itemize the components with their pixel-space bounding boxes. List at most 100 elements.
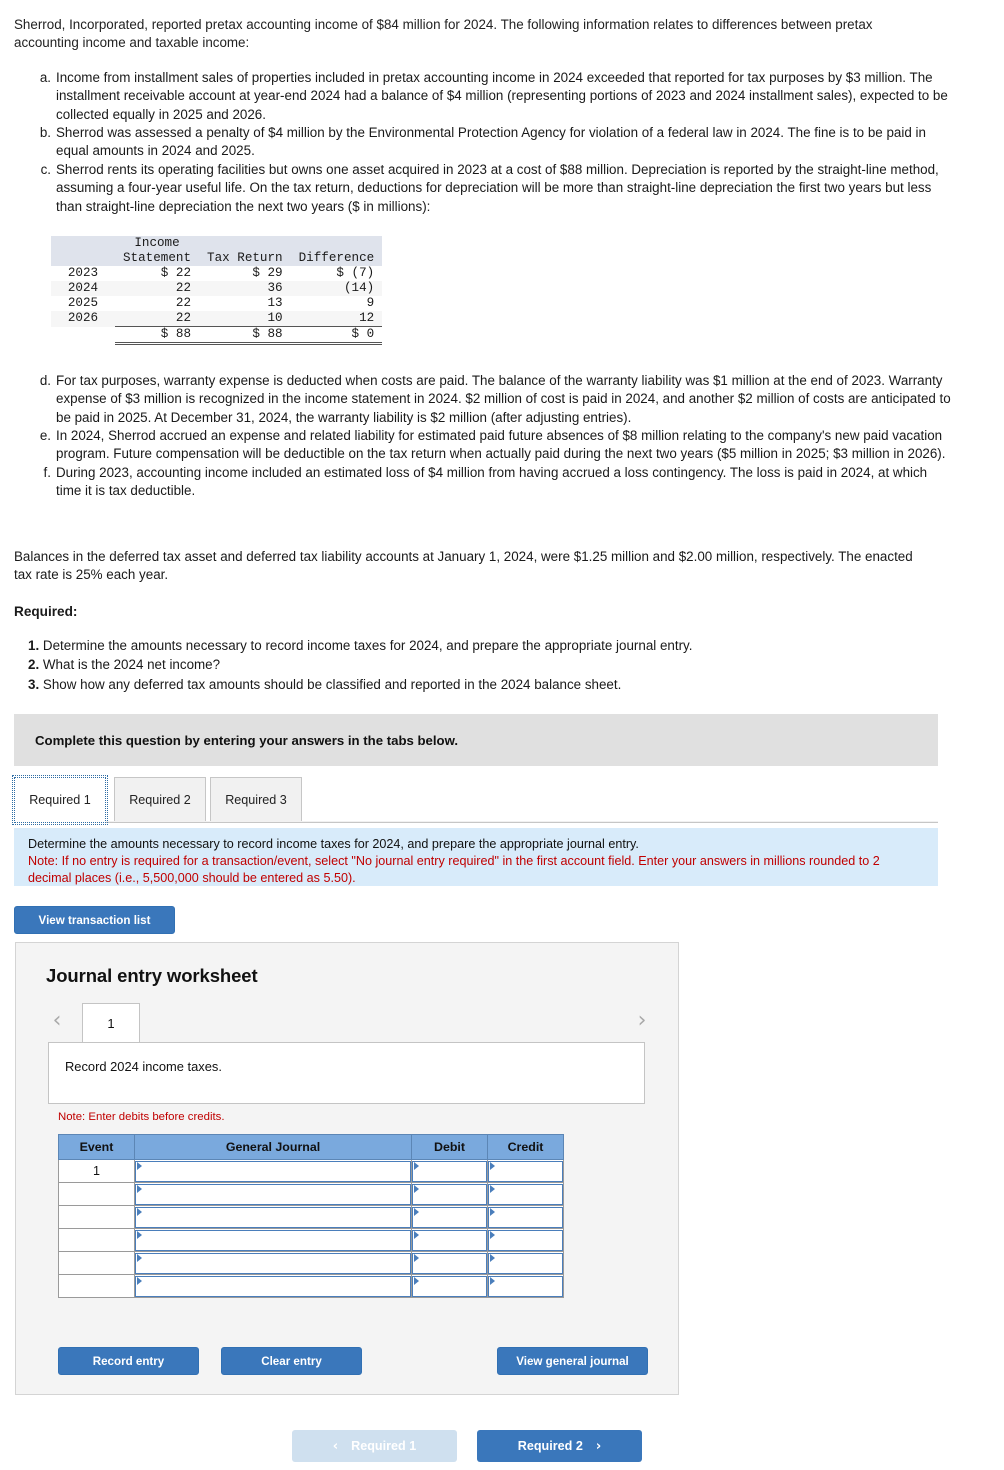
credit-input-2[interactable] xyxy=(488,1184,563,1205)
cell-total-label xyxy=(51,327,115,344)
required-heading: Required: xyxy=(14,604,78,619)
table-header-row-line1: Income xyxy=(51,236,383,251)
worksheet-pagination: ‹ 1 › xyxy=(16,1001,680,1043)
problem-intro-paragraph: Sherrod, Incorporated, reported pretax a… xyxy=(14,17,873,51)
general-journal-select-6[interactable] xyxy=(135,1276,411,1297)
table-row xyxy=(58,1228,564,1252)
cell-debit[interactable] xyxy=(411,1182,488,1206)
debit-input-5[interactable] xyxy=(412,1253,487,1274)
table-row xyxy=(58,1182,564,1206)
list-item-marker: e. xyxy=(39,428,51,444)
cell-credit[interactable] xyxy=(487,1205,564,1229)
cell-event xyxy=(58,1228,135,1252)
list-item-text: During 2023, accounting income included … xyxy=(56,464,928,499)
credit-input-5[interactable] xyxy=(488,1253,563,1274)
cell-credit[interactable] xyxy=(487,1251,564,1275)
journal-entry-worksheet-panel: Journal entry worksheet ‹ 1 › Record 202… xyxy=(15,942,679,1395)
debit-input-3[interactable] xyxy=(412,1207,487,1228)
chevron-left-icon[interactable]: ‹ xyxy=(46,1010,68,1034)
cell-debit[interactable] xyxy=(411,1228,488,1252)
required-list: 1. Determine the amounts necessary to re… xyxy=(28,636,938,694)
cell-general-journal[interactable] xyxy=(134,1182,412,1206)
col-header-event: Event xyxy=(58,1134,135,1160)
chevron-right-icon[interactable]: › xyxy=(631,1010,653,1034)
general-journal-select-4[interactable] xyxy=(135,1230,411,1251)
col-header-debit: Debit xyxy=(411,1134,488,1160)
cell-total-tax-return: $ 88 xyxy=(199,326,291,345)
cell-credit[interactable] xyxy=(487,1228,564,1252)
credit-input-3[interactable] xyxy=(488,1207,563,1228)
view-general-journal-button[interactable]: View general journal xyxy=(497,1347,648,1375)
cell-general-journal[interactable] xyxy=(134,1274,412,1298)
col-header-year-blank xyxy=(51,236,115,251)
footer-prev-required-label: Required 1 xyxy=(351,1439,417,1453)
required-item: 2. What is the 2024 net income? xyxy=(28,655,938,674)
cell-general-journal[interactable] xyxy=(134,1159,412,1183)
required-item-number: 2. xyxy=(28,657,40,673)
cell-general-journal[interactable] xyxy=(134,1205,412,1229)
worksheet-debit-credit-note: Note: Enter debits before credits. xyxy=(58,1111,225,1123)
list-item-marker: f. xyxy=(43,464,51,480)
cell-general-journal[interactable] xyxy=(134,1251,412,1275)
cell-difference: $ (7) xyxy=(336,266,375,280)
col-header-taxreturn-blank xyxy=(199,236,291,251)
worksheet-description-text: Record 2024 income taxes. xyxy=(65,1059,222,1074)
depreciation-table-foot: $ 88 $ 88 $ 0 xyxy=(51,326,383,345)
list-item-marker: a. xyxy=(39,70,51,85)
record-entry-button[interactable]: Record entry xyxy=(58,1347,199,1375)
journal-entry-table-head: Event General Journal Debit Credit xyxy=(58,1134,564,1160)
list-item-text: Sherrod rents its operating facilities b… xyxy=(56,161,939,214)
col-header-credit: Credit xyxy=(487,1134,564,1160)
table-row: 2023 $ 22 $ 29 $ (7) xyxy=(51,266,382,281)
view-transaction-list-button[interactable]: View transaction list xyxy=(14,906,175,934)
cell-credit[interactable] xyxy=(487,1274,564,1298)
cell-debit[interactable] xyxy=(411,1159,488,1183)
worksheet-page-tab-1[interactable]: 1 xyxy=(82,1003,140,1043)
footer-prev-required-button[interactable]: ‹ Required 1 xyxy=(292,1430,457,1462)
table-total-row: $ 88 $ 88 $ 0 xyxy=(51,326,383,345)
general-journal-select-2[interactable] xyxy=(135,1184,411,1205)
required-item: 1. Determine the amounts necessary to re… xyxy=(28,636,938,655)
worksheet-page-tab-1-label: 1 xyxy=(107,1016,115,1031)
cell-credit[interactable] xyxy=(487,1182,564,1206)
list-item: a. Income from installment sales of prop… xyxy=(34,69,956,124)
cell-event xyxy=(58,1205,135,1229)
cell-year: 2023 xyxy=(67,266,99,280)
cell-debit[interactable] xyxy=(411,1251,488,1275)
credit-input-6[interactable] xyxy=(488,1276,563,1297)
debit-input-4[interactable] xyxy=(412,1230,487,1251)
clear-entry-button[interactable]: Clear entry xyxy=(221,1347,362,1375)
credit-input-1[interactable] xyxy=(488,1161,563,1182)
depreciation-table: Income Statement Tax Return Difference 2… xyxy=(51,236,383,345)
required-item-text: What is the 2024 net income? xyxy=(42,657,221,673)
complete-question-banner: Complete this question by entering your … xyxy=(14,714,938,766)
cell-difference: (14) xyxy=(290,281,383,296)
cell-tax-return: 10 xyxy=(199,311,291,327)
cell-general-journal[interactable] xyxy=(134,1228,412,1252)
footer-next-required-button[interactable]: Required 2 › xyxy=(477,1430,642,1462)
tab-required-3[interactable]: Required 3 xyxy=(210,777,302,821)
instruction-note: Note: If no entry is required for a tran… xyxy=(28,853,880,885)
general-journal-select-1[interactable] xyxy=(135,1161,411,1182)
tab-required-2[interactable]: Required 2 xyxy=(114,777,206,821)
cell-total-income-statement: $ 88 xyxy=(115,326,200,345)
general-journal-select-3[interactable] xyxy=(135,1207,411,1228)
general-journal-select-5[interactable] xyxy=(135,1253,411,1274)
problem-items-top: a. Income from installment sales of prop… xyxy=(34,69,956,216)
cell-debit[interactable] xyxy=(411,1274,488,1298)
cell-income-statement: 22 xyxy=(115,281,200,296)
tabstrip-baseline xyxy=(14,821,938,823)
depreciation-table-wrapper: Income Statement Tax Return Difference 2… xyxy=(51,236,383,345)
list-item-text: In 2024, Sherrod accrued an expense and … xyxy=(56,428,946,462)
debit-input-2[interactable] xyxy=(412,1184,487,1205)
credit-input-4[interactable] xyxy=(488,1230,563,1251)
cell-credit[interactable] xyxy=(487,1159,564,1183)
cell-debit[interactable] xyxy=(411,1205,488,1229)
debit-input-6[interactable] xyxy=(412,1276,487,1297)
list-item-marker: d. xyxy=(39,373,51,388)
cell-total-difference: $ 0 xyxy=(290,326,383,345)
debit-input-1[interactable] xyxy=(412,1161,487,1182)
col-header-difference-blank xyxy=(290,236,383,251)
tab-required-1[interactable]: Required 1 xyxy=(12,775,108,825)
chevron-right-icon: › xyxy=(595,1438,602,1454)
